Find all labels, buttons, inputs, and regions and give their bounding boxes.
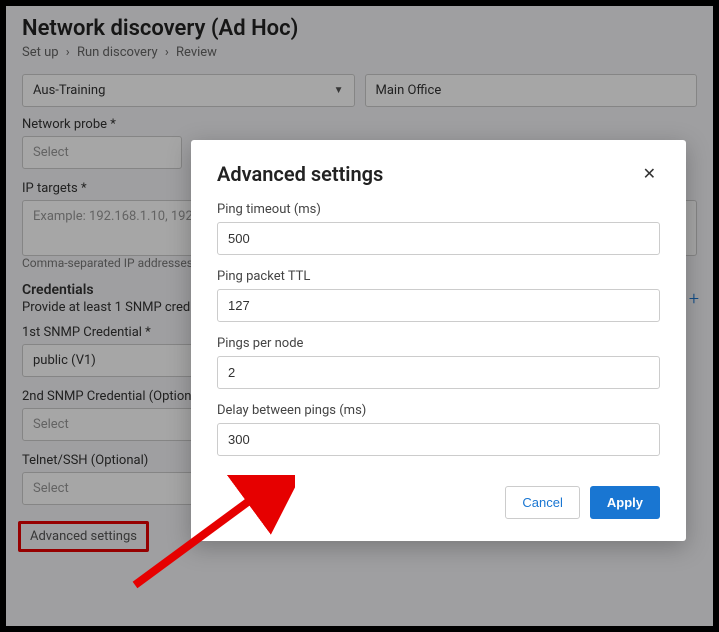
pings-per-node-input[interactable] bbox=[217, 356, 660, 389]
select-value: Select bbox=[33, 417, 69, 432]
breadcrumb-step[interactable]: Set up bbox=[22, 45, 59, 60]
advanced-settings-modal: Advanced settings ✕ Ping timeout (ms) Pi… bbox=[191, 140, 686, 541]
company-select[interactable]: Aus-Training ▼ bbox=[22, 74, 355, 107]
placeholder-text: Example: 192.168.1.10, 192.1 bbox=[33, 209, 204, 224]
ping-timeout-label: Ping timeout (ms) bbox=[217, 202, 660, 217]
chevron-right-icon: › bbox=[165, 45, 169, 60]
ping-ttl-label: Ping packet TTL bbox=[217, 269, 660, 284]
modal-title: Advanced settings bbox=[217, 162, 383, 186]
close-icon[interactable]: ✕ bbox=[639, 162, 660, 186]
select-value: public (V1) bbox=[33, 353, 96, 368]
plus-icon[interactable]: + bbox=[689, 288, 699, 309]
apply-button[interactable]: Apply bbox=[590, 486, 660, 519]
cancel-button[interactable]: Cancel bbox=[505, 486, 579, 519]
select-value: Main Office bbox=[376, 83, 442, 98]
delay-input[interactable] bbox=[217, 423, 660, 456]
delay-label: Delay between pings (ms) bbox=[217, 403, 660, 418]
breadcrumb-step[interactable]: Review bbox=[176, 45, 217, 60]
advanced-settings-link[interactable]: Advanced settings bbox=[22, 523, 145, 550]
ping-timeout-input[interactable] bbox=[217, 222, 660, 255]
caret-down-icon: ▼ bbox=[334, 85, 344, 96]
network-probe-select[interactable]: Select bbox=[22, 136, 182, 169]
select-value: Select bbox=[33, 145, 69, 160]
breadcrumb: Set up › Run discovery › Review bbox=[22, 45, 697, 60]
select-value: Select bbox=[33, 481, 69, 496]
chevron-right-icon: › bbox=[66, 45, 70, 60]
network-probe-label: Network probe * bbox=[22, 117, 697, 132]
ping-ttl-input[interactable] bbox=[217, 289, 660, 322]
select-value: Aus-Training bbox=[33, 83, 105, 98]
page-title: Network discovery (Ad Hoc) bbox=[22, 16, 697, 41]
site-select[interactable]: Main Office bbox=[365, 74, 698, 107]
pings-per-node-label: Pings per node bbox=[217, 336, 660, 351]
breadcrumb-step[interactable]: Run discovery bbox=[77, 45, 158, 60]
